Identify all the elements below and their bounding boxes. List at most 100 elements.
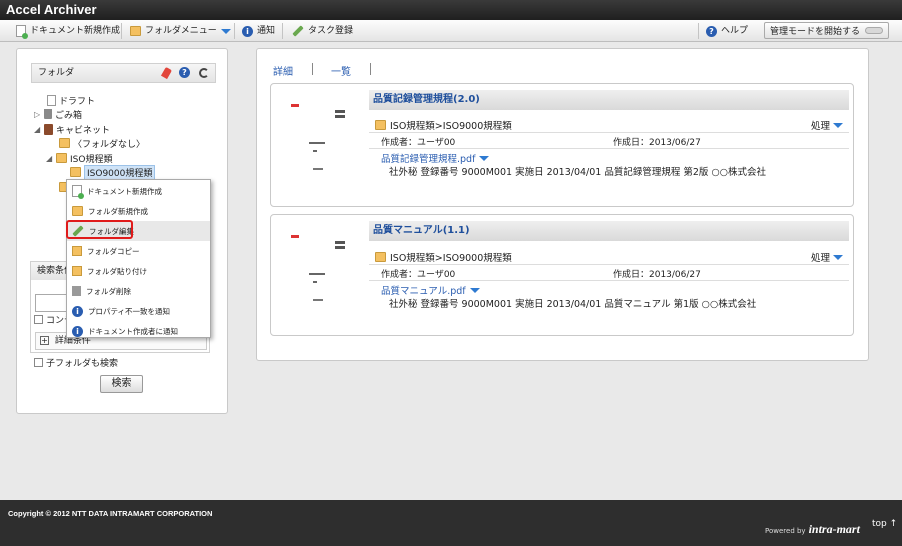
menu-item-copy-folder[interactable]: フォルダコピー [67, 241, 210, 261]
folder-icon [59, 138, 70, 148]
subfolder-checkbox[interactable] [34, 357, 43, 367]
menu-label: フォルダ貼り付け [87, 266, 147, 276]
document-description: 社外秘 登録番号 9000M001 実施日 2013/04/01 品質マニュアル… [389, 299, 757, 310]
app-title: Accel Archiver [0, 0, 902, 20]
cabinet-icon [44, 123, 53, 135]
notify-button[interactable]: i 通知 [242, 20, 275, 42]
subfolder-search-option[interactable]: 子フォルダも検索 [34, 355, 118, 369]
document-file-link[interactable]: 品質記録管理規程.pdf [381, 151, 490, 165]
draft-icon [47, 94, 56, 106]
new-document-button[interactable]: ドキュメント新規作成 [16, 20, 120, 42]
delete-icon [72, 286, 81, 296]
folder-icon [375, 252, 386, 262]
refresh-icon[interactable] [199, 67, 209, 78]
document-thumbnail[interactable] [285, 231, 347, 315]
paste-icon [72, 266, 82, 276]
menu-label: フォルダ削除 [86, 286, 131, 296]
info-icon: i [72, 305, 83, 317]
search-button[interactable]: 検索 [100, 375, 143, 393]
menu-item-notify-author[interactable]: i ドキュメント作成者に通知 [67, 321, 210, 341]
tree-item-cabinet[interactable]: ◢ キャビネット [34, 122, 110, 136]
intra-mart-logo: intra-mart [808, 522, 860, 536]
tree-label-selected: ISO9000規程類 [84, 164, 156, 180]
subfolder-label: 子フォルダも検索 [46, 358, 119, 369]
chevron-down-icon [833, 254, 843, 260]
powered-by-label: Powered by [765, 527, 806, 535]
action-menu[interactable]: 処理 [811, 250, 843, 264]
new-document-label: ドキュメント新規作成 [30, 26, 121, 36]
tree-item-draft[interactable]: ドラフト [47, 93, 95, 107]
document-file-link[interactable]: 品質マニュアル.pdf [381, 283, 480, 297]
folder-icon [130, 26, 141, 36]
chevron-down-icon [220, 28, 231, 34]
help-icon[interactable]: ? [179, 67, 190, 78]
notify-label: 通知 [257, 26, 276, 36]
chevron-down-icon [469, 287, 480, 293]
document-thumbnail[interactable] [285, 100, 347, 184]
folder-icon [375, 120, 386, 130]
file-name: 品質記録管理規程.pdf [381, 154, 476, 165]
document-path: ISO規程類>ISO9000規程類 [375, 118, 512, 132]
copyright: Copyright © 2012 NTT DATA INTRAMART CORP… [8, 509, 213, 518]
folder-icon [70, 167, 81, 177]
file-name: 品質マニュアル.pdf [381, 286, 466, 297]
menu-item-notify-mismatch[interactable]: i プロパティ不一致を通知 [67, 301, 210, 321]
footer: Copyright © 2012 NTT DATA INTRAMART CORP… [0, 500, 902, 546]
folder-panel-title: フォルダ [38, 68, 75, 78]
document-path: ISO規程類>ISO9000規程類 [375, 250, 512, 264]
copy-icon [72, 246, 82, 256]
menu-item-delete-folder[interactable]: フォルダ削除 [67, 281, 210, 301]
menu-item-paste-folder[interactable]: フォルダ貼り付け [67, 261, 210, 281]
new-document-icon [72, 185, 84, 199]
menu-label: ドキュメント新規作成 [87, 186, 162, 196]
tree-label: 〈フォルダなし〉 [73, 139, 146, 150]
tree-item-iso[interactable]: ◢ ISO規程類 [46, 151, 112, 165]
collapse-icon[interactable]: ◢ [46, 154, 53, 163]
document-card: 品質記録管理規程(2.0) ISO規程類>ISO9000規程類 処理 作成者：ユ… [270, 83, 854, 207]
document-author: 作成者：ユーザ00 [381, 270, 456, 280]
document-path-label: ISO規程類>ISO9000規程類 [390, 121, 512, 132]
task-register-label: タスク登録 [308, 26, 354, 36]
pencil-icon [292, 25, 304, 37]
task-register-button[interactable]: タスク登録 [292, 20, 353, 42]
tree-label: ごみ箱 [55, 110, 83, 121]
help-label: ヘルプ [721, 26, 749, 36]
folder-panel-header: フォルダ ? [31, 63, 216, 83]
info-icon: i [72, 325, 83, 337]
action-menu[interactable]: 処理 [811, 118, 843, 132]
tree-item-iso9000[interactable]: ISO9000規程類 [70, 164, 156, 180]
collapse-icon[interactable]: ◢ [34, 125, 41, 134]
folder-menu-button[interactable]: フォルダメニュー [130, 20, 231, 42]
menu-item-new-document[interactable]: ドキュメント新規作成 [67, 181, 210, 201]
back-to-top-link[interactable]: top ↑ [872, 519, 897, 529]
admin-mode-label: 管理モードを開始する [769, 27, 860, 37]
plus-icon: + [40, 336, 49, 345]
document-created: 作成日：2013/06/27 [613, 138, 701, 148]
folder-icon [56, 153, 67, 163]
menu-label: フォルダコピー [87, 246, 140, 256]
document-created: 作成日：2013/06/27 [613, 270, 701, 280]
tree-item-trash[interactable]: ▷ ごみ箱 [34, 107, 82, 121]
document-card: 品質マニュアル(1.1) ISO規程類>ISO9000規程類 処理 作成者：ユー… [270, 214, 854, 336]
admin-mode-button[interactable]: 管理モードを開始する [764, 22, 889, 39]
menu-label: フォルダ新規作成 [88, 206, 148, 216]
thumbnail-image [291, 235, 345, 301]
view-list-link[interactable]: 一覧 [331, 63, 351, 78]
toolbar: ドキュメント新規作成 フォルダメニュー i 通知 タスク登録 ? ヘルプ 管理モ… [0, 20, 902, 42]
view-detail-link[interactable]: 詳細 [273, 63, 293, 78]
document-path-label: ISO規程類>ISO9000規程類 [390, 253, 512, 264]
document-description: 社外秘 登録番号 9000M001 実施日 2013/04/01 品質記録管理規… [389, 167, 767, 178]
content-checkbox[interactable] [34, 314, 43, 324]
pin-icon[interactable] [160, 66, 173, 79]
action-label: 処理 [810, 121, 830, 132]
document-title[interactable]: 品質記録管理規程(2.0) [369, 90, 849, 110]
tree-label: ISO規程類 [70, 154, 113, 165]
document-author: 作成者：ユーザ00 [381, 138, 456, 148]
expand-icon[interactable]: ▷ [34, 110, 41, 119]
action-label: 処理 [810, 253, 830, 264]
help-button[interactable]: ? ヘルプ [706, 20, 748, 42]
document-title[interactable]: 品質マニュアル(1.1) [369, 221, 849, 241]
tree-item-no-folder[interactable]: 〈フォルダなし〉 [59, 136, 145, 150]
help-icon: ? [706, 25, 717, 37]
menu-item-new-folder[interactable]: フォルダ新規作成 [67, 201, 210, 221]
